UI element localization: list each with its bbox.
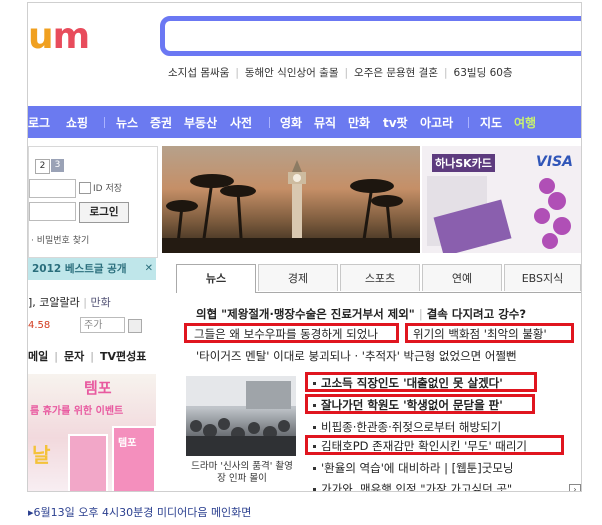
headline-tigers[interactable]: '타이거즈 멘탈' 이대로 붕괴되나 · '추적자' 박근형 없었으면 어쩔뻔 (196, 348, 517, 364)
stock-item-name[interactable]: ], 코알랄라 (28, 296, 80, 309)
nav-item-agora[interactable]: 아고라 (420, 114, 453, 131)
service-links: 메일 | 문자 | TV편성표 (28, 350, 147, 363)
hot-keyword-1[interactable]: 소지섭 몸싸움 (168, 67, 229, 79)
tab-ebs[interactable]: EBS지식 (504, 264, 581, 291)
top-headline-a[interactable]: 의협 "제왕절개·맹장수술은 진료거부서 제외" (196, 307, 415, 321)
stock-value: 4.58 (28, 320, 51, 331)
service-tv-schedule[interactable]: TV편성표 (100, 350, 146, 363)
promo-sale-text: 날 (32, 443, 51, 467)
nav-item-map[interactable]: 지도 (480, 114, 502, 131)
nav-item-cartoon[interactable]: 만화 (348, 114, 370, 131)
login-button[interactable]: 로그인 (79, 202, 129, 223)
nav-item-news[interactable]: 뉴스 (116, 114, 138, 131)
orchid-flowers-image (427, 176, 571, 253)
tab-news[interactable]: 뉴스 (176, 264, 256, 293)
product-box-brand: 템포 (118, 438, 137, 449)
password-input[interactable] (29, 202, 76, 221)
promo-text: 름 휴가를 위한 이벤트 (30, 406, 124, 417)
nav-divider (104, 117, 105, 128)
nav-divider (468, 117, 469, 128)
login-tab-3[interactable]: 3 (51, 159, 64, 172)
nav-item-realestate[interactable]: 부동산 (184, 114, 217, 131)
hot-keyword-4[interactable]: 63빌딩 60층 (454, 67, 513, 79)
news-tabs: 뉴스 경제 스포츠 연예 EBS지식 (176, 264, 581, 293)
hot-keywords-bar: 소지섭 몸싸움 | 동해안 식인상어 출몰 | 오주은 문용현 결혼 | 63빌딩 60층 (168, 67, 513, 79)
list-item[interactable]: 비핍종·한관종·쥐젖으로부터 해방되기 (313, 419, 501, 435)
top-headline-b[interactable]: 결속 다지려고 강수? (427, 307, 526, 321)
palm-trees-image (162, 160, 420, 253)
nav-item-music[interactable]: 뮤직 (314, 114, 336, 131)
hot-keyword-2[interactable]: 동해안 식인상어 출몰 (245, 67, 339, 79)
tab-economy[interactable]: 경제 (258, 264, 338, 291)
search-input[interactable] (160, 16, 581, 56)
product-box-image (68, 434, 108, 491)
id-input[interactable] (29, 179, 76, 198)
service-sms[interactable]: 문자 (64, 350, 84, 363)
close-icon[interactable]: ✕ (145, 258, 153, 280)
stock-row: ], 코알랄라 | 만화 (28, 296, 111, 309)
logo-part-2: m (52, 16, 91, 57)
list-item[interactable]: '환율의 역습'에 대비하라 | [웹툰]굿모닝 (313, 460, 514, 476)
crowd-photo[interactable] (186, 376, 296, 456)
product-box-image: 템포 (112, 426, 156, 491)
nav-item-login[interactable]: 로그 (28, 114, 50, 131)
id-save-checkbox[interactable] (79, 182, 91, 194)
top-nav: 로그 쇼핑 뉴스 증권 부동산 사전 영화 뮤직 만화 tv팟 아고라 지도 여… (28, 106, 581, 138)
photo-caption[interactable]: 드라마 '신사의 품격' 촬영장 인파 몰이 (188, 461, 296, 485)
list-item[interactable]: 잘나가던 학원도 '학생없어 문닫을 판' (313, 397, 503, 413)
headline-conservative[interactable]: 그들은 왜 보수우파를 동경하게 되었나 (194, 326, 378, 342)
nav-divider (269, 117, 270, 128)
id-save-label: ID 저장 (93, 184, 123, 194)
nav-item-movie[interactable]: 영화 (280, 114, 302, 131)
promo-banner[interactable]: 템포 름 휴가를 위한 이벤트 날 템포 (28, 374, 156, 491)
next-page-button[interactable]: › (569, 484, 581, 491)
list-item[interactable]: 고소득 직장인도 '대출없인 못 살겠다' (313, 375, 503, 391)
nav-item-stock[interactable]: 증권 (150, 114, 172, 131)
list-item[interactable]: 가가와, 맨유행 인정 "가장 가고싶던 곳" (313, 481, 512, 491)
tab-sports[interactable]: 스포츠 (340, 264, 420, 291)
tab-entertainment[interactable]: 연예 (422, 264, 502, 291)
nav-item-travel[interactable]: 여행 (514, 114, 536, 131)
screenshot-frame: um 소지섭 몸싸움 | 동해안 식인상어 출몰 | 오주은 문용현 결혼 | 63빌딩 6… (27, 2, 582, 492)
credit-card-ad[interactable]: 하나SK카드 VISA (422, 146, 581, 253)
cartoon-link[interactable]: 만화 (90, 296, 110, 309)
stock-search-button[interactable] (128, 319, 142, 333)
logo-part-1: u (28, 16, 54, 57)
crowd-image (186, 376, 296, 456)
stock-search-input[interactable]: 주가 (80, 317, 125, 333)
login-tab-2[interactable]: 2 (35, 159, 50, 174)
list-item[interactable]: 김태호PD 존재감만 확인시킨 '무도' 때리기 (313, 438, 527, 454)
nav-item-dictionary[interactable]: 사전 (230, 114, 252, 131)
find-password-link[interactable]: · 비밀번호 찾기 (31, 233, 89, 246)
service-mail[interactable]: 메일 (28, 350, 48, 363)
best-posts-banner[interactable]: 2012 베스트글 공개 ✕ (28, 258, 156, 280)
daum-logo[interactable]: um (28, 16, 91, 57)
clock-tower-photo[interactable] (162, 146, 420, 253)
image-caption: ▸6월13일 오후 4시30분경 미디어다음 메인화면 (28, 506, 252, 519)
nav-item-shopping[interactable]: 쇼핑 (66, 114, 88, 131)
promo-brand: 템포 (84, 379, 112, 397)
top-headline: 의협 "제왕절개·맹장수술은 진료거부서 제외" | 결속 다지려고 강수? (196, 307, 527, 321)
left-column: 2 3 일 ID 저장 호 로그인 · 비밀번호 찾기 2012 베스트글 공개… (28, 146, 158, 491)
headline-department-store[interactable]: 위기의 백화점 '최악의 불황' (413, 326, 547, 342)
nav-item-tvpot[interactable]: tv팟 (383, 114, 408, 131)
best-posts-banner-text: 2012 베스트글 공개 (32, 263, 127, 275)
login-box: 2 3 일 ID 저장 호 로그인 · 비밀번호 찾기 (28, 146, 158, 258)
hot-keyword-3[interactable]: 오주은 문용현 결혼 (354, 67, 438, 79)
